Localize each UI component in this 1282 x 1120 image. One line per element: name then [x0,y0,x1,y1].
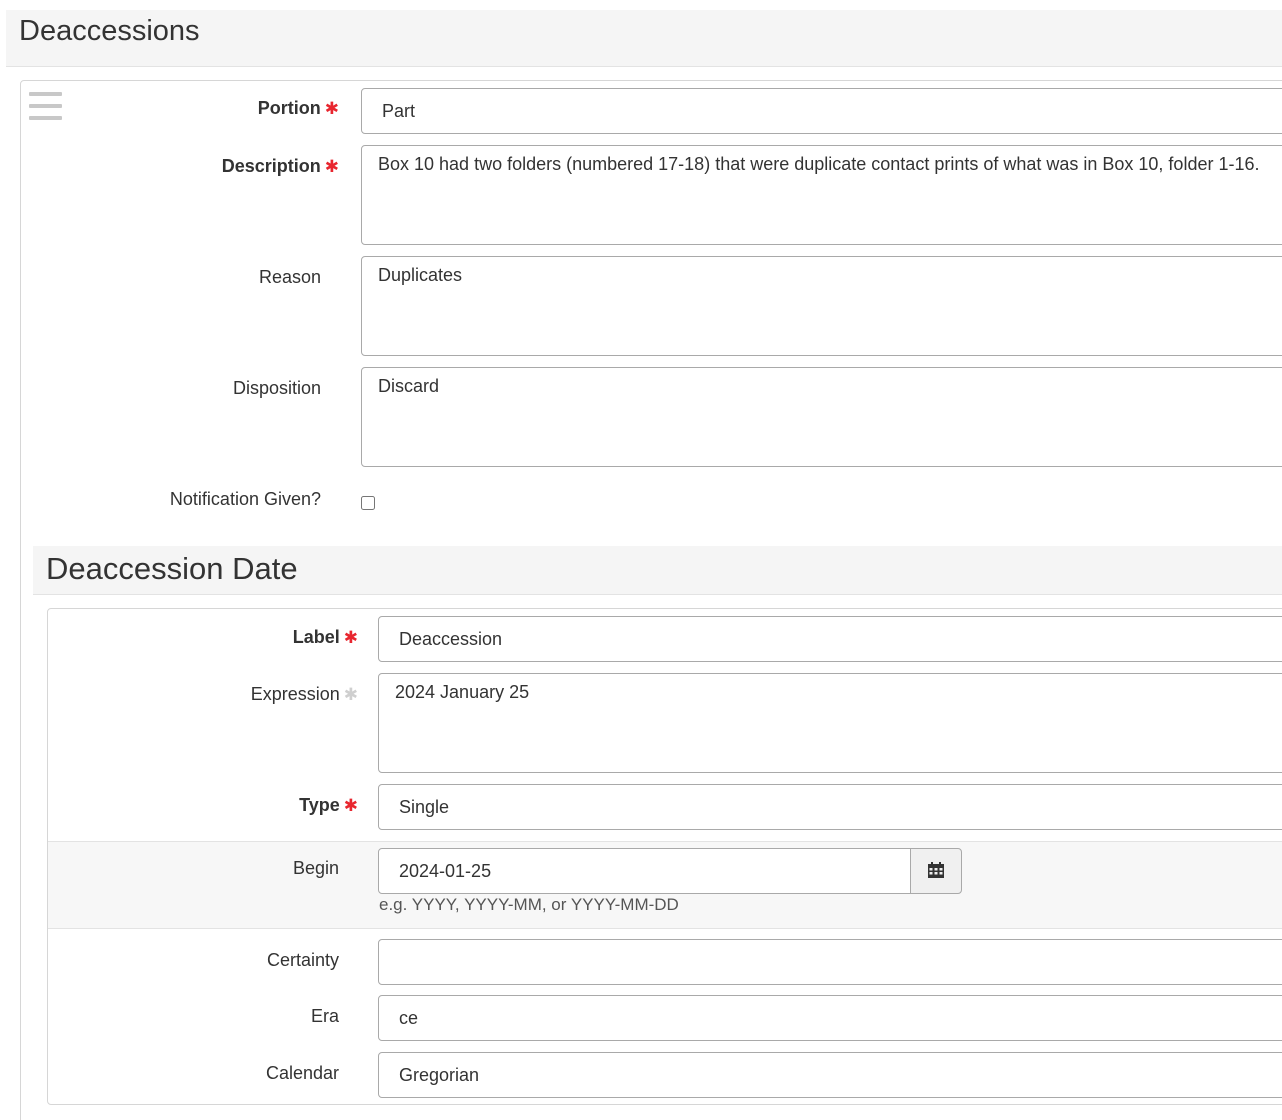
begin-date-hint: e.g. YYYY, YYYY-MM, or YYYY-MM-DD [379,895,679,914]
calendar-icon [928,862,944,878]
required-icon: ✱ [343,796,358,815]
begin-label: Begin [292,858,339,878]
page: Deaccessions Portion✱ Description✱ Box 1… [0,0,1282,1120]
portion-select[interactable] [361,88,1282,134]
era-select[interactable] [378,995,1282,1041]
disposition-label: Disposition [232,378,321,398]
calendar-label: Calendar [265,1063,339,1083]
description-textarea[interactable]: Box 10 had two folders (numbered 17-18) … [361,145,1282,245]
calendar-button[interactable] [910,848,962,894]
expression-textarea[interactable]: 2024 January 25 [378,673,1282,773]
date-label-label: Label ✱ [292,627,358,647]
expression-label: Expression ✱ [250,684,358,704]
notification-label: Notification Given? [169,489,321,509]
drag-handle-icon[interactable] [29,92,62,120]
date-section-header: Deaccession Date [33,546,1282,595]
begin-date-input[interactable] [378,848,911,894]
notification-checkbox[interactable] [361,496,375,510]
date-label-select[interactable] [378,616,1282,662]
required-icon: ✱ [343,628,358,647]
reason-label: Reason [258,267,321,287]
section-header: Deaccessions [6,10,1282,67]
conditional-required-icon: ✱ [343,685,358,704]
required-icon: ✱ [324,157,339,176]
era-label: Era [310,1006,339,1026]
description-label: Description ✱ [221,156,339,176]
reason-textarea[interactable]: Duplicates [361,256,1282,356]
required-icon: ✱ [324,99,339,118]
certainty-select[interactable] [378,939,1282,985]
section-title: Deaccessions [19,15,200,47]
type-select[interactable] [378,784,1282,830]
disposition-textarea[interactable]: Discard [361,367,1282,467]
portion-label: Portion ✱ [257,98,339,118]
type-label: Type ✱ [299,795,358,815]
date-section-title: Deaccession Date [46,551,298,586]
calendar-select[interactable] [378,1052,1282,1098]
certainty-label: Certainty [266,950,339,970]
